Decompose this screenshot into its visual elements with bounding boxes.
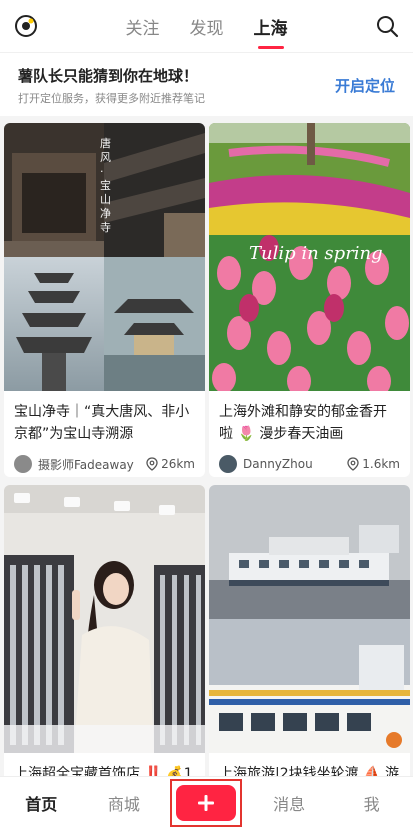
card-location: 1.6km xyxy=(347,457,400,471)
create-post-highlight xyxy=(170,779,243,827)
card-title: 上海外滩和静安的郁金香开啦 🌷 漫步春天油画 xyxy=(219,404,387,442)
tab-following[interactable]: 关注 xyxy=(126,10,160,43)
location-banner: 薯队长只能猜到你在地球！ 打开定位服务，获得更多附近推荐笔记 开启定位 xyxy=(0,52,413,116)
feed-card[interactable]: Tulip in spring 上海外滩和静安的郁金香开啦 🌷 漫步春天油画 D… xyxy=(209,123,410,477)
card-title: 上海旅游|2块钱坐轮渡 ⛵ 游 xyxy=(219,766,399,776)
feed-grid: 唐风·宝山净寺 宝山净寺｜“真大唐风、非小京都”为宝山寺溯源 摄影师Fadeaw… xyxy=(0,116,413,776)
location-pin-icon xyxy=(347,457,359,471)
card-overlay-text: 唐风·宝山净寺 xyxy=(100,137,111,234)
card-meta: 摄影师Fadeaway 26km xyxy=(4,455,205,473)
nav-mall[interactable]: 商城 xyxy=(83,791,166,815)
nav-home[interactable]: 首页 xyxy=(0,791,83,815)
tab-shanghai[interactable]: 上海 xyxy=(254,10,288,49)
nav-messages[interactable]: 消息 xyxy=(248,791,331,815)
card-title: 宝山净寺｜“真大唐风、非小京都”为宝山寺溯源 xyxy=(14,404,190,442)
location-banner-title: 薯队长只能猜到你在地球！ xyxy=(18,67,199,85)
card-overlay-text: Tulip in spring xyxy=(249,243,383,264)
card-author: DannyZhou xyxy=(243,457,313,471)
search-icon[interactable] xyxy=(375,14,399,38)
nav-me[interactable]: 我 xyxy=(330,791,413,815)
feed-card[interactable]: 上海超全宝藏首饰店 ‼️ 💰1 xyxy=(4,485,205,776)
card-author: 摄影师Fadeaway xyxy=(38,457,134,472)
enable-location-button[interactable]: 开启定位 xyxy=(335,75,395,96)
bottom-nav: 首页 商城 消息 我 xyxy=(0,776,413,829)
feed-tabs: 关注 发现 上海 xyxy=(126,10,288,49)
card-image: Tulip in spring xyxy=(209,123,410,391)
feed-card[interactable]: 唐风·宝山净寺 宝山净寺｜“真大唐风、非小京都”为宝山寺溯源 摄影师Fadeaw… xyxy=(4,123,205,477)
card-image: 唐风·宝山净寺 xyxy=(4,123,205,391)
app-root: 关注 发现 上海 薯队长只能猜到你在地球！ 打开定位服务，获得更多附近推荐笔记 … xyxy=(0,0,413,829)
card-image xyxy=(4,485,205,753)
create-post-button[interactable] xyxy=(176,785,237,821)
card-distance: 26km xyxy=(161,457,195,471)
card-title: 上海超全宝藏首饰店 ‼️ 💰1 xyxy=(14,766,193,776)
card-image xyxy=(209,485,410,753)
location-banner-subtitle: 打开定位服务，获得更多附近推荐笔记 xyxy=(18,92,205,105)
avatar xyxy=(219,455,237,473)
top-nav: 关注 发现 上海 xyxy=(0,0,413,52)
create-post-wrap xyxy=(165,779,248,827)
card-location: 26km xyxy=(146,457,195,471)
circle-dot-icon[interactable] xyxy=(14,14,38,38)
avatar xyxy=(14,455,32,473)
plus-icon xyxy=(198,795,215,811)
card-distance: 1.6km xyxy=(362,457,400,471)
feed-card[interactable]: 上海旅游|2块钱坐轮渡 ⛵ 游 xyxy=(209,485,410,776)
location-pin-icon xyxy=(146,457,158,471)
tab-discover[interactable]: 发现 xyxy=(190,10,224,43)
card-meta: DannyZhou 1.6km xyxy=(209,455,410,473)
